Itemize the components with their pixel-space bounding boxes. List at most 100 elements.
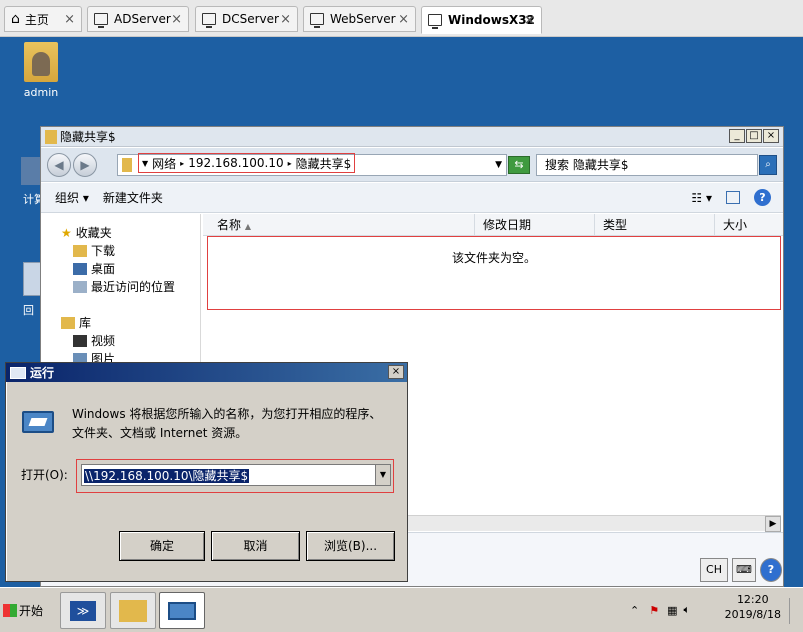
new-folder-button[interactable]: 新建文件夹 <box>103 189 163 206</box>
network-folder-icon <box>122 158 132 172</box>
horizontal-scrollbar[interactable]: ▶ <box>381 515 781 532</box>
tab-label: WindowsX32 <box>448 13 535 27</box>
folder-icon <box>119 600 147 622</box>
desktop-icon-recycle[interactable]: 回 <box>5 262 45 318</box>
chevron-right-icon[interactable]: ▸ <box>288 159 292 168</box>
vm-tab-strip: ⌂ 主页 × ADServer × DCServer × WebServer ×… <box>0 0 803 37</box>
star-icon: ★ <box>61 225 72 240</box>
taskbar: 开始 ≫ ⌃ ⚑ ▦ 🔈︎ 12:20 2019/8/18 <box>0 587 803 632</box>
explorer-titlebar[interactable]: 隐藏共享$ _ □ × <box>41 127 783 147</box>
tab-webserver[interactable]: WebServer × <box>303 6 416 32</box>
search-input[interactable]: 搜索 隐藏共享$ <box>536 154 758 176</box>
help-icon[interactable]: ? <box>760 558 782 582</box>
user-folder-icon <box>24 42 58 82</box>
close-icon[interactable]: × <box>280 12 291 27</box>
desktop-icon-computer[interactable]: 计算 <box>5 157 45 207</box>
clock[interactable]: 12:20 2019/8/18 <box>725 592 781 622</box>
network-icon[interactable]: ▦ <box>667 604 677 617</box>
tab-label: DCServer <box>222 12 279 26</box>
close-button[interactable]: × <box>388 365 404 379</box>
back-button[interactable]: ◀ <box>47 153 71 177</box>
help-icon[interactable]: ? <box>754 189 771 206</box>
close-icon[interactable]: × <box>524 13 535 28</box>
taskbar-run[interactable] <box>159 592 205 629</box>
taskbar-explorer[interactable] <box>110 592 156 629</box>
run-icon <box>168 602 196 620</box>
show-desktop-button[interactable] <box>789 598 801 624</box>
breadcrumb: ▼ 网络 ▸ 192.168.100.10 ▸ 隐藏共享$ <box>138 153 356 173</box>
tab-label: ADServer <box>114 12 171 26</box>
folder-icon <box>45 129 57 144</box>
column-modified[interactable]: 修改日期 <box>475 214 595 236</box>
breadcrumb-share[interactable]: 隐藏共享$ <box>296 155 352 172</box>
start-button[interactable]: 开始 <box>3 598 50 622</box>
close-icon[interactable]: × <box>398 12 409 27</box>
chevron-up-icon[interactable]: ⌃ <box>630 604 639 617</box>
taskbar-powershell[interactable]: ≫ <box>60 592 106 629</box>
close-icon[interactable]: × <box>64 12 75 27</box>
open-input[interactable]: \\192.168.100.10\隐藏共享$ <box>81 464 377 486</box>
refresh-button[interactable]: ⇆ <box>508 156 530 174</box>
recent-places-icon <box>73 280 87 293</box>
desktop-icon <box>73 262 87 275</box>
open-field-highlight: \\192.168.100.10\隐藏共享$ ▼ <box>76 459 394 493</box>
tab-dcserver[interactable]: DCServer × <box>195 6 298 32</box>
address-dropdown-icon[interactable]: ▼ <box>495 160 502 170</box>
browse-button[interactable]: 浏览(B)... <box>306 531 395 561</box>
maximize-button[interactable]: □ <box>746 129 762 143</box>
powershell-icon: ≫ <box>70 601 96 621</box>
run-program-icon <box>22 411 54 433</box>
address-row: ◀ ▶ ▼ ▼ 网络 ▸ 192.168.100.10 ▸ 隐藏共享$ ⇆ 搜索… <box>41 148 783 182</box>
nav-favorites[interactable]: ★ 收藏夹 <box>61 224 112 241</box>
window-title: 隐藏共享$ <box>60 130 116 144</box>
breadcrumb-network[interactable]: 网络 <box>152 155 176 172</box>
open-label: 打开(O): <box>21 468 68 482</box>
ok-button[interactable]: 确定 <box>119 531 205 561</box>
preview-pane-icon[interactable] <box>726 191 740 204</box>
minimize-button[interactable]: _ <box>729 129 745 143</box>
nav-desktop[interactable]: 桌面 <box>73 260 115 277</box>
breadcrumb-host[interactable]: 192.168.100.10 <box>188 156 283 170</box>
language-bar: CH ⌨ ? <box>700 558 782 582</box>
tab-adserver[interactable]: ADServer × <box>87 6 189 32</box>
library-icon <box>61 316 75 329</box>
tab-label: WebServer <box>330 12 396 26</box>
tab-windowsx32[interactable]: WindowsX32 × <box>421 6 542 34</box>
column-name[interactable]: 名称 ▲ <box>209 214 475 236</box>
column-type[interactable]: 类型 <box>595 214 715 236</box>
run-dialog: 运行 × Windows 将根据您所输入的名称，为您打开相应的程序、文件夹、文档… <box>5 362 408 582</box>
run-description: Windows 将根据您所输入的名称，为您打开相应的程序、文件夹、文档或 Int… <box>72 407 382 440</box>
vm-icon <box>202 13 216 28</box>
organize-button[interactable]: 组织 ▾ <box>55 189 89 206</box>
run-titlebar[interactable]: 运行 <box>6 363 407 382</box>
chevron-right-icon[interactable]: ▸ <box>180 159 184 168</box>
column-size[interactable]: 大小 <box>715 214 783 236</box>
column-headers: 名称 ▲ 修改日期 类型 大小 <box>203 214 783 236</box>
vm-icon <box>94 13 108 28</box>
view-options-icon[interactable]: ☷ ▾ <box>691 191 712 205</box>
close-button[interactable]: × <box>763 129 779 143</box>
tab-home[interactable]: ⌂ 主页 × <box>4 6 82 32</box>
close-icon[interactable]: × <box>171 12 182 27</box>
scroll-right-icon[interactable]: ▶ <box>765 516 781 532</box>
cancel-button[interactable]: 取消 <box>211 531 300 561</box>
nav-downloads[interactable]: 下载 <box>73 242 115 259</box>
command-bar: 组织 ▾ 新建文件夹 ☷ ▾ ? <box>41 183 783 213</box>
search-icon[interactable]: ⌕ <box>759 155 777 175</box>
downloads-icon <box>73 244 87 257</box>
chevron-down-icon[interactable]: ▼ <box>142 159 148 168</box>
language-indicator[interactable]: CH <box>700 558 728 582</box>
nav-videos[interactable]: 视频 <box>73 332 115 349</box>
nav-libraries[interactable]: 库 <box>61 314 91 331</box>
chevron-down-icon[interactable]: ▼ <box>375 464 391 486</box>
nav-recent[interactable]: 最近访问的位置 <box>73 278 175 295</box>
empty-folder-message: 该文件夹为空。 <box>207 236 781 310</box>
forward-button[interactable]: ▶ <box>73 153 97 177</box>
action-center-icon[interactable]: ⚑ <box>649 604 659 617</box>
volume-icon[interactable]: 🔈︎ <box>684 603 691 617</box>
keyboard-icon[interactable]: ⌨ <box>732 558 756 582</box>
run-icon <box>10 366 26 379</box>
desktop-icon-admin[interactable]: admin <box>11 42 71 99</box>
sort-up-icon: ▲ <box>244 222 251 231</box>
video-icon <box>73 334 87 347</box>
